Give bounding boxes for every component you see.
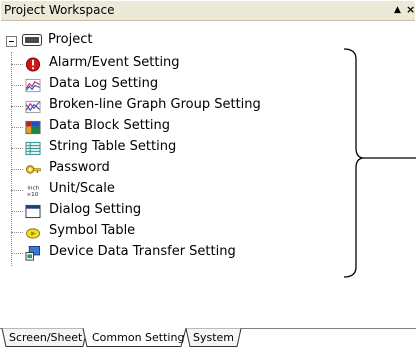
tree-item-label: Data Block Setting (49, 118, 171, 133)
dialog-icon (25, 204, 41, 219)
symbol-table-icon (25, 228, 41, 239)
panel-title: Project Workspace (4, 3, 115, 17)
data-log-icon (25, 78, 41, 93)
tree-item-label: Symbol Table (49, 223, 136, 238)
collapse-icon[interactable] (6, 36, 17, 47)
key-icon (25, 165, 41, 174)
workspace-tabs: Screen/Sheet Common Setting System (0, 326, 416, 352)
project-icon (22, 34, 42, 46)
close-icon[interactable]: × (406, 3, 415, 16)
svg-text:inch: inch (27, 186, 39, 192)
tree-item-label: String Table Setting (49, 139, 177, 154)
panel-titlebar: Project Workspace ▲ × (1, 1, 415, 21)
pin-icon[interactable]: ▲ (394, 5, 401, 15)
tree-item-label: Device Data Transfer Setting (49, 244, 236, 259)
unit-scale-icon: inch ×10 (26, 186, 39, 198)
device-transfer-icon (25, 246, 41, 261)
alarm-icon (25, 57, 41, 72)
bracket-annotation (343, 48, 416, 278)
broken-line-graph-icon (25, 100, 41, 114)
svg-text:×10: ×10 (26, 192, 38, 198)
tree-item-label: Dialog Setting (49, 202, 142, 217)
tree-item-label: Password (49, 160, 110, 175)
tree-item-label: Data Log Setting (49, 76, 159, 91)
project-workspace-panel: Project Workspace ▲ × Project Alarm/Even… (0, 0, 416, 352)
tree-item-label: Broken-line Graph Group Setting (49, 97, 261, 112)
string-table-icon (25, 141, 41, 156)
tree-item-label: Alarm/Event Setting (49, 55, 180, 70)
tree-item-label: Unit/Scale (49, 181, 115, 196)
tree-root-label: Project (48, 32, 93, 47)
data-block-icon (25, 120, 41, 135)
